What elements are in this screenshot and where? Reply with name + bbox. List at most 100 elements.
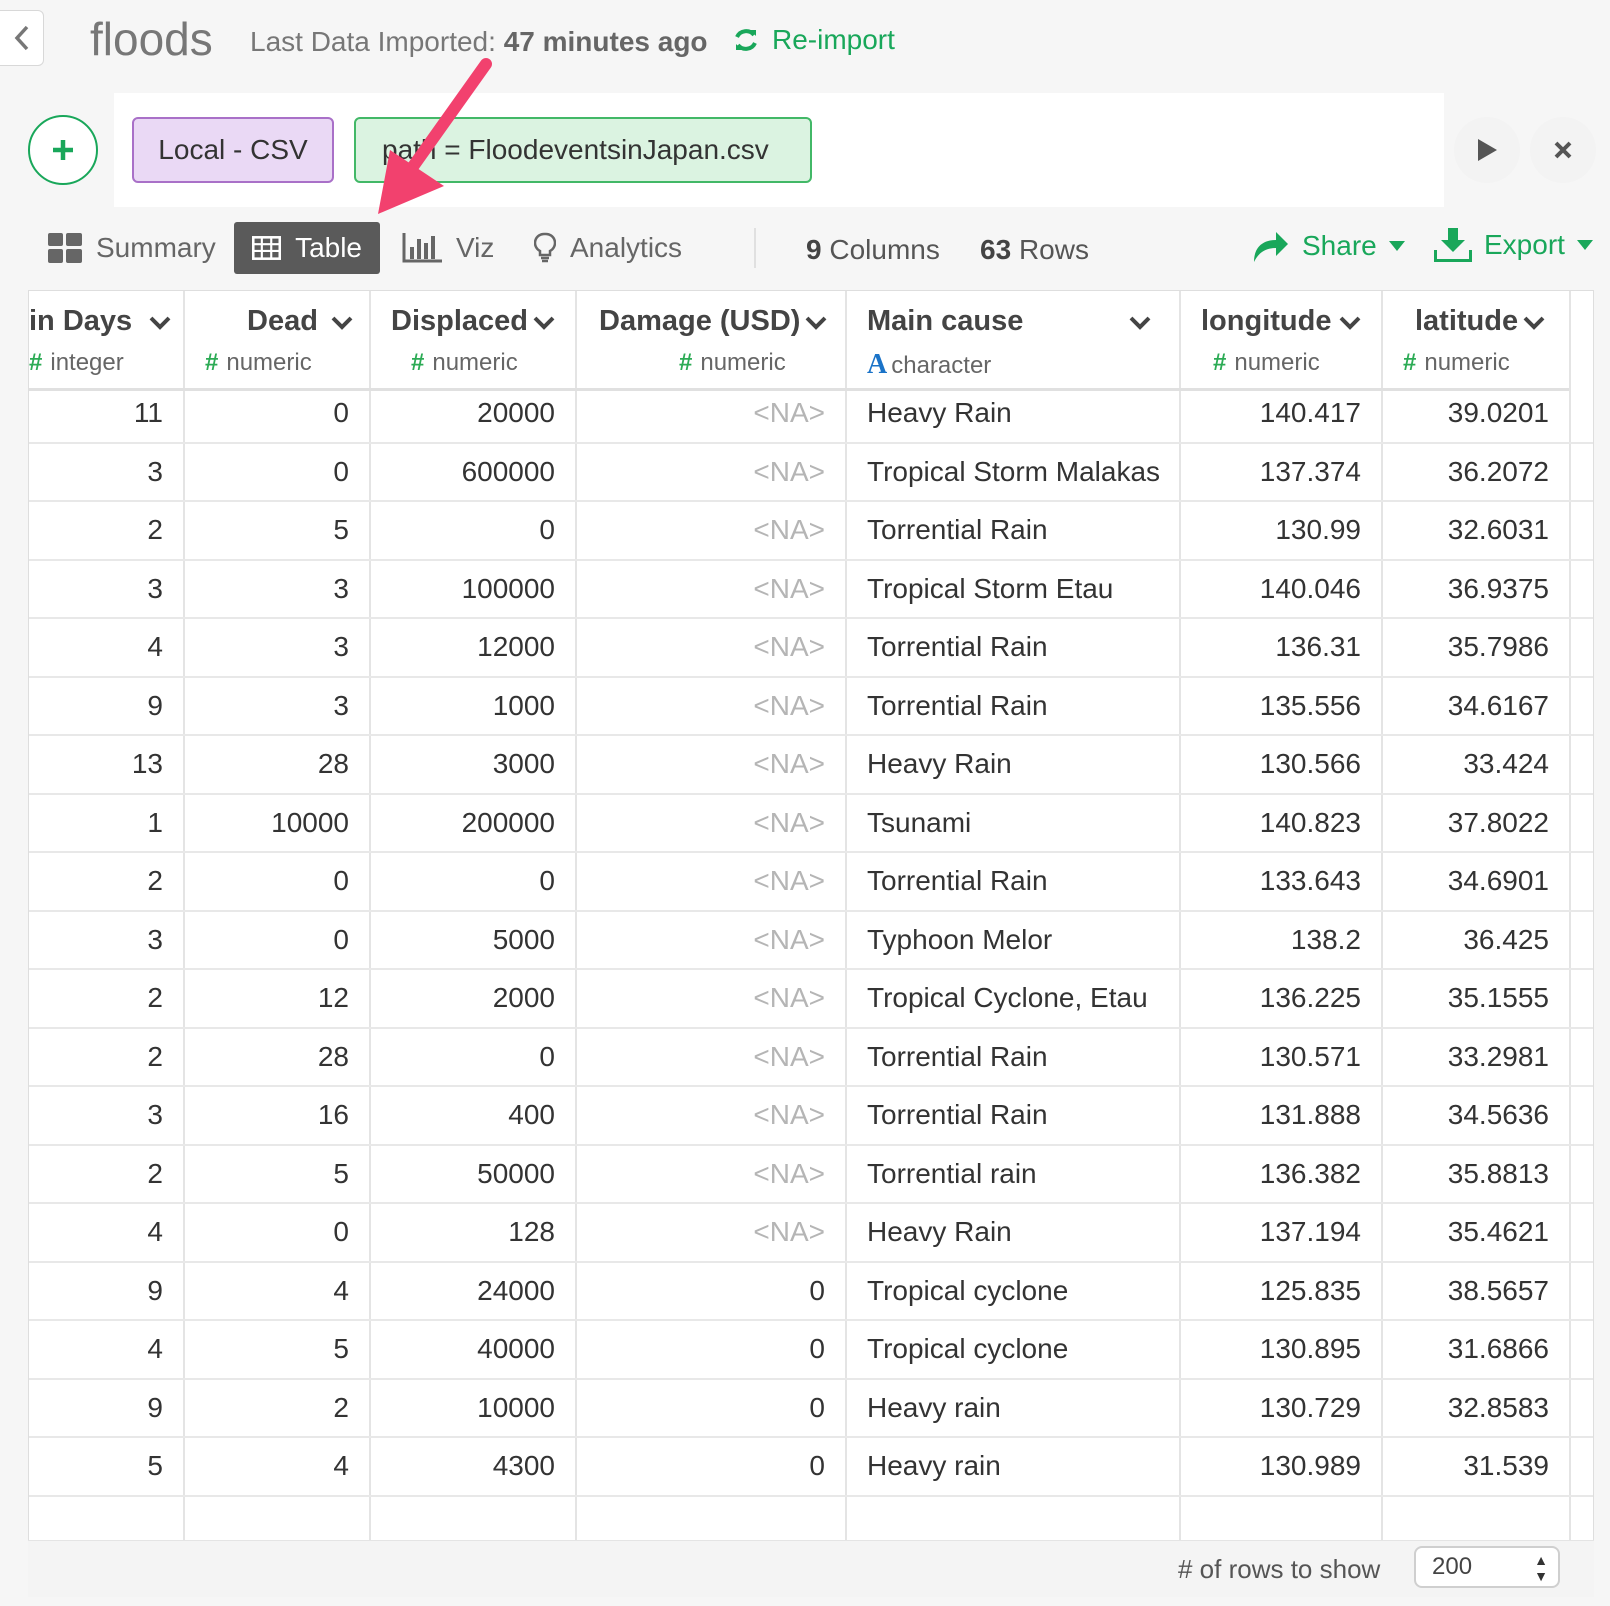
table-cell[interactable]: 0 xyxy=(369,851,555,911)
table-cell[interactable]: Torrential Rain xyxy=(867,851,1177,911)
chevron-down-icon[interactable] xyxy=(1523,315,1545,331)
table-cell[interactable]: 5 xyxy=(183,1319,349,1379)
table-cell[interactable]: 32.6031 xyxy=(1381,500,1549,560)
table-cell[interactable]: 1 xyxy=(29,793,163,853)
table-cell[interactable]: 125.835 xyxy=(1179,1261,1361,1321)
table-cell[interactable]: Tropical Storm Malakas xyxy=(867,442,1177,502)
table-cell[interactable]: 0 xyxy=(369,500,555,560)
table-cell[interactable]: 0 xyxy=(575,1378,825,1438)
chevron-down-icon[interactable] xyxy=(1129,315,1151,331)
table-cell[interactable]: 0 xyxy=(183,851,349,911)
table-cell[interactable]: 39.0201 xyxy=(1381,383,1549,443)
table-cell[interactable]: 31.539 xyxy=(1381,1436,1549,1496)
path-step-chip[interactable]: path = FloodeventsinJapan.csv xyxy=(354,117,812,183)
table-cell[interactable]: 3 xyxy=(183,559,349,619)
table-cell[interactable]: <NA> xyxy=(575,1202,825,1262)
table-cell[interactable]: <NA> xyxy=(575,1144,825,1204)
table-cell[interactable]: 28 xyxy=(183,1027,349,1087)
table-cell[interactable]: 33.2981 xyxy=(1381,1027,1549,1087)
table-cell[interactable]: 140.823 xyxy=(1179,793,1361,853)
table-cell[interactable]: 130.99 xyxy=(1179,500,1361,560)
table-cell[interactable]: <NA> xyxy=(575,1027,825,1087)
table-cell[interactable]: 137.374 xyxy=(1179,442,1361,502)
table-cell[interactable]: Torrential Rain xyxy=(867,1027,1177,1087)
table-cell[interactable]: 31.6866 xyxy=(1381,1319,1549,1379)
table-cell[interactable]: 4 xyxy=(29,617,163,677)
table-cell[interactable]: Torrential Rain xyxy=(867,617,1177,677)
table-cell[interactable]: 0 xyxy=(183,442,349,502)
table-cell[interactable]: 2 xyxy=(29,851,163,911)
table-cell[interactable]: 4 xyxy=(29,1319,163,1379)
column-header[interactable]: Main cause Acharacter xyxy=(845,291,1179,391)
table-cell[interactable]: Tropical cyclone xyxy=(867,1319,1177,1379)
table-cell[interactable]: 1000 xyxy=(369,676,555,736)
table-cell[interactable]: 34.5636 xyxy=(1381,1085,1549,1145)
table-cell[interactable]: 0 xyxy=(575,1319,825,1379)
table-cell[interactable]: <NA> xyxy=(575,383,825,443)
table-cell[interactable]: Heavy rain xyxy=(867,1378,1177,1438)
chevron-down-icon[interactable] xyxy=(805,315,827,331)
table-cell[interactable]: 9 xyxy=(29,676,163,736)
tab-viz[interactable]: Viz xyxy=(402,222,494,274)
table-cell[interactable]: 12 xyxy=(183,968,349,1028)
table-cell[interactable]: 4 xyxy=(183,1261,349,1321)
table-cell[interactable]: 13 xyxy=(29,734,163,794)
table-cell[interactable]: 3 xyxy=(29,910,163,970)
share-button[interactable]: Share xyxy=(1250,228,1405,264)
table-cell[interactable]: Heavy rain xyxy=(867,1436,1177,1496)
chevron-down-icon[interactable] xyxy=(533,315,555,331)
table-cell[interactable]: <NA> xyxy=(575,910,825,970)
table-cell[interactable]: 34.6901 xyxy=(1381,851,1549,911)
back-button[interactable] xyxy=(0,10,44,66)
table-cell[interactable]: 3 xyxy=(183,676,349,736)
table-cell[interactable]: Tsunami xyxy=(867,793,1177,853)
table-cell[interactable]: 36.9375 xyxy=(1381,559,1549,619)
table-cell[interactable]: Tropical Cyclone, Etau xyxy=(867,968,1177,1028)
table-cell[interactable]: 130.729 xyxy=(1179,1378,1361,1438)
table-cell[interactable]: 2 xyxy=(29,500,163,560)
table-cell[interactable]: 28 xyxy=(183,734,349,794)
table-cell[interactable]: 40000 xyxy=(369,1319,555,1379)
column-header[interactable]: Dead # numeric xyxy=(183,291,369,391)
table-cell[interactable]: 130.989 xyxy=(1179,1436,1361,1496)
table-cell[interactable]: <NA> xyxy=(575,734,825,794)
table-cell[interactable]: <NA> xyxy=(575,442,825,502)
table-cell[interactable]: 400 xyxy=(369,1085,555,1145)
column-header[interactable]: Displaced # numeric xyxy=(369,291,575,391)
table-cell[interactable]: 33.424 xyxy=(1381,734,1549,794)
run-button[interactable] xyxy=(1454,117,1520,183)
chevron-down-icon[interactable] xyxy=(1339,315,1361,331)
table-cell[interactable]: 136.31 xyxy=(1179,617,1361,677)
table-cell[interactable]: 600000 xyxy=(369,442,555,502)
table-cell[interactable]: 131.888 xyxy=(1179,1085,1361,1145)
table-cell[interactable]: 5 xyxy=(29,1436,163,1496)
table-cell[interactable]: <NA> xyxy=(575,1085,825,1145)
table-cell[interactable]: 2000 xyxy=(369,968,555,1028)
table-cell[interactable]: 9 xyxy=(29,1378,163,1438)
table-cell[interactable]: 0 xyxy=(575,1436,825,1496)
table-cell[interactable]: <NA> xyxy=(575,851,825,911)
table-cell[interactable]: 2 xyxy=(29,1144,163,1204)
table-cell[interactable]: 2 xyxy=(183,1378,349,1438)
table-cell[interactable]: 130.566 xyxy=(1179,734,1361,794)
table-cell[interactable]: <NA> xyxy=(575,617,825,677)
table-cell[interactable]: 36.2072 xyxy=(1381,442,1549,502)
table-cell[interactable]: 9 xyxy=(29,1261,163,1321)
table-cell[interactable]: 12000 xyxy=(369,617,555,677)
table-cell[interactable]: Torrential Rain xyxy=(867,1085,1177,1145)
table-cell[interactable]: 32.8583 xyxy=(1381,1378,1549,1438)
rows-to-show-select[interactable]: 200 ▲ ▼ xyxy=(1414,1546,1560,1588)
table-cell[interactable]: 35.1555 xyxy=(1381,968,1549,1028)
tab-summary[interactable]: Summary xyxy=(48,222,216,274)
add-step-button[interactable] xyxy=(28,115,98,185)
table-cell[interactable]: 0 xyxy=(183,1202,349,1262)
reimport-button[interactable]: Re-import xyxy=(732,24,895,56)
table-cell[interactable]: 2 xyxy=(29,1027,163,1087)
table-cell[interactable]: 36.425 xyxy=(1381,910,1549,970)
table-cell[interactable]: 0 xyxy=(183,383,349,443)
table-cell[interactable]: 35.8813 xyxy=(1381,1144,1549,1204)
table-cell[interactable]: 3000 xyxy=(369,734,555,794)
table-cell[interactable]: <NA> xyxy=(575,500,825,560)
column-header[interactable]: longitude # numeric xyxy=(1179,291,1381,391)
table-cell[interactable]: 2 xyxy=(29,968,163,1028)
